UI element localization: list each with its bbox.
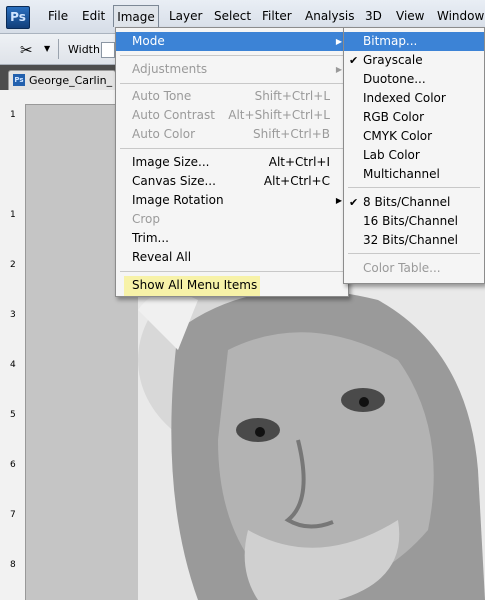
menu-item-mode[interactable]: Mode ▶: [116, 32, 348, 51]
menu-image[interactable]: Image: [113, 5, 159, 27]
menu-item-lab-color[interactable]: Lab Color: [344, 146, 484, 165]
menu-shortcut: Shift+Ctrl+L: [254, 89, 330, 103]
menu-item-label: Auto Contrast: [132, 108, 215, 122]
menu-item-label: Image Size...: [132, 155, 210, 169]
menu-item-32-bits[interactable]: 32 Bits/Channel: [344, 231, 484, 250]
menu-item-label: Auto Tone: [132, 89, 192, 103]
menu-shortcut: Alt+Ctrl+I: [268, 155, 330, 169]
menu-item-8-bits[interactable]: ✔ 8 Bits/Channel: [344, 193, 484, 212]
menu-item-label: Reveal All: [132, 250, 192, 264]
ruler-number: 6: [10, 460, 16, 470]
submenu-arrow-icon: ▶: [335, 37, 342, 46]
menu-item-trim[interactable]: Trim...: [116, 229, 348, 248]
portrait-photo: [138, 270, 485, 600]
submenu-arrow-icon: ▶: [335, 65, 342, 74]
menu-item-crop[interactable]: Crop: [116, 210, 348, 229]
menu-item-label: Canvas Size...: [132, 174, 216, 188]
menu-item-label: RGB Color: [363, 110, 425, 124]
vertical-ruler[interactable]: 1 1 2 3 4 5 6 7 8: [0, 104, 26, 600]
checkmark-icon: ✔: [349, 196, 359, 209]
mode-submenu: Bitmap... ✔ Grayscale Duotone... Indexed…: [343, 27, 485, 284]
menu-analysis[interactable]: Analysis: [305, 9, 354, 23]
toolbar-divider: [58, 39, 59, 59]
document-tab-label: George_Carlin_: [29, 74, 113, 87]
menu-item-label: Indexed Color: [363, 91, 446, 105]
menu-item-duotone[interactable]: Duotone...: [344, 70, 484, 89]
menu-separator: [120, 271, 344, 272]
ruler-number: 2: [10, 260, 16, 270]
image-menu: Mode ▶ Adjustments ▶ Auto Tone Shift+Ctr…: [115, 27, 349, 297]
ruler-number: 1: [10, 110, 16, 120]
ruler-number: 7: [10, 510, 16, 520]
ruler-number: 1: [10, 210, 16, 220]
menu-window[interactable]: Window: [437, 9, 484, 23]
menu-item-color-table[interactable]: Color Table...: [344, 259, 484, 278]
menu-item-label: Image Rotation: [132, 193, 224, 207]
submenu-arrow-icon: ▶: [335, 196, 342, 205]
menu-item-label: Duotone...: [363, 72, 426, 86]
menu-item-image-rotation[interactable]: Image Rotation ▶: [116, 191, 348, 210]
menu-item-label: Lab Color: [363, 148, 420, 162]
menu-item-auto-contrast[interactable]: Auto Contrast Alt+Shift+Ctrl+L: [116, 106, 348, 125]
menu-file[interactable]: File: [48, 9, 68, 23]
menu-separator: [120, 83, 344, 84]
menu-item-label: Color Table...: [363, 261, 441, 275]
menu-item-label: Auto Color: [132, 127, 196, 141]
menu-separator: [348, 253, 480, 254]
menu-item-image-size[interactable]: Image Size... Alt+Ctrl+I: [116, 153, 348, 172]
menu-select[interactable]: Select: [214, 9, 251, 23]
ruler-number: 8: [10, 560, 16, 570]
menu-item-cmyk-color[interactable]: CMYK Color: [344, 127, 484, 146]
menu-3d[interactable]: 3D: [365, 9, 382, 23]
menu-item-label: Crop: [132, 212, 161, 226]
menu-shortcut: Alt+Shift+Ctrl+L: [228, 108, 330, 122]
menu-edit[interactable]: Edit: [82, 9, 105, 23]
menu-separator: [120, 148, 344, 149]
menu-filter[interactable]: Filter: [262, 9, 292, 23]
menu-item-label: Multichannel: [363, 167, 440, 181]
ruler-number: 5: [10, 410, 16, 420]
checkmark-icon: ✔: [349, 54, 359, 67]
menu-item-label: Trim...: [132, 231, 169, 245]
menu-item-adjustments[interactable]: Adjustments ▶: [116, 60, 348, 79]
menu-item-label: 8 Bits/Channel: [363, 195, 451, 209]
menu-item-label: 32 Bits/Channel: [363, 233, 458, 247]
menu-item-auto-tone[interactable]: Auto Tone Shift+Ctrl+L: [116, 87, 348, 106]
menu-item-bitmap[interactable]: Bitmap...: [344, 32, 484, 51]
menu-item-label: Bitmap...: [363, 34, 418, 48]
menu-item-multichannel[interactable]: Multichannel: [344, 165, 484, 184]
menu-shortcut: Shift+Ctrl+B: [253, 127, 330, 141]
menu-item-label: Adjustments: [132, 62, 208, 76]
document-tab[interactable]: Ps George_Carlin_: [8, 70, 116, 91]
menu-layer[interactable]: Layer: [169, 9, 202, 23]
menu-separator: [348, 187, 480, 188]
ruler-number: 4: [10, 360, 16, 370]
chevron-down-icon[interactable]: ▼: [44, 44, 50, 53]
menu-shortcut: Alt+Ctrl+C: [263, 174, 330, 188]
crop-tool-icon[interactable]: ✂: [20, 41, 33, 59]
menu-item-indexed-color[interactable]: Indexed Color: [344, 89, 484, 108]
menu-item-label: Show All Menu Items: [132, 278, 258, 292]
menu-item-label: Mode: [132, 34, 165, 48]
width-label: Width:: [68, 43, 104, 56]
menu-separator: [120, 55, 344, 56]
menu-item-grayscale[interactable]: ✔ Grayscale: [344, 51, 484, 70]
menu-view[interactable]: View: [396, 9, 424, 23]
menu-item-show-all[interactable]: Show All Menu Items: [116, 276, 348, 295]
menu-item-auto-color[interactable]: Auto Color Shift+Ctrl+B: [116, 125, 348, 144]
menu-item-rgb-color[interactable]: RGB Color: [344, 108, 484, 127]
menu-item-canvas-size[interactable]: Canvas Size... Alt+Ctrl+C: [116, 172, 348, 191]
menu-item-label: Grayscale: [363, 53, 423, 67]
photoshop-document-icon: Ps: [13, 74, 25, 86]
ruler-number: 3: [10, 310, 16, 320]
menu-item-label: CMYK Color: [363, 129, 433, 143]
menu-item-label: 16 Bits/Channel: [363, 214, 458, 228]
width-input[interactable]: [101, 42, 115, 58]
menu-item-16-bits[interactable]: 16 Bits/Channel: [344, 212, 484, 231]
menu-item-reveal-all[interactable]: Reveal All: [116, 248, 348, 267]
photoshop-logo: Ps: [6, 6, 30, 29]
